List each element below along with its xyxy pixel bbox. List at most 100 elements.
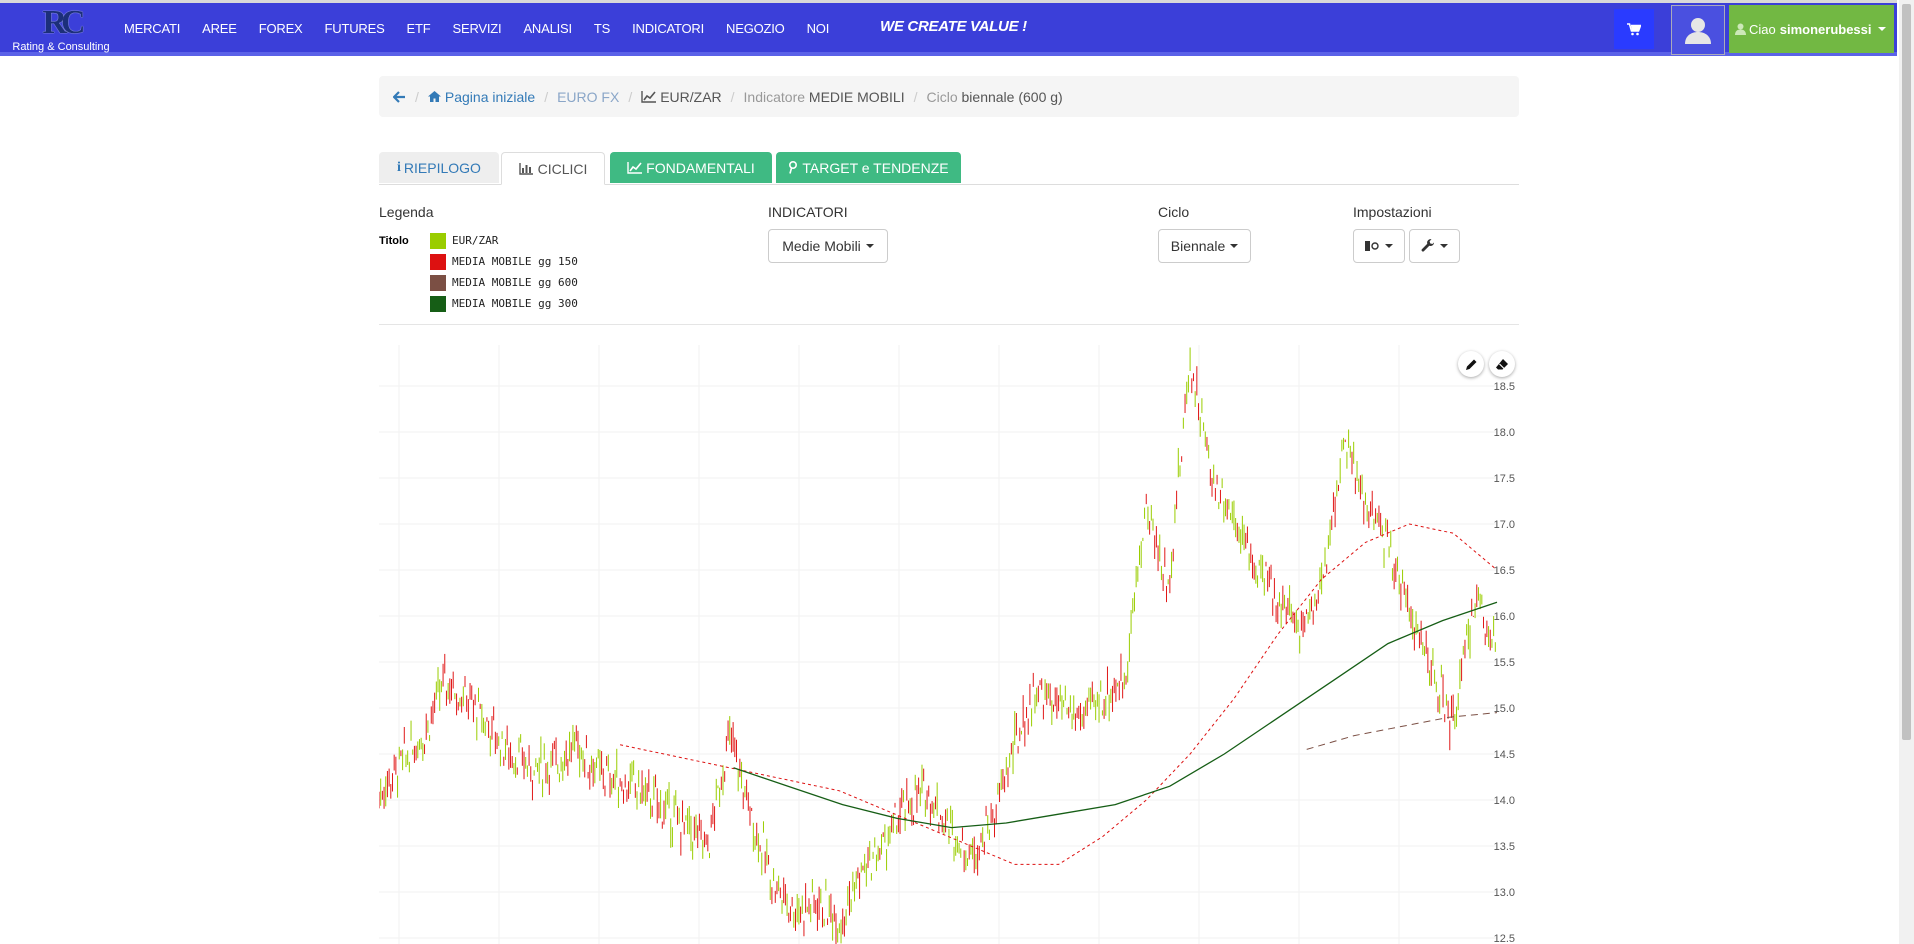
legend-swatch (430, 274, 446, 291)
nav-item-noi[interactable]: NOI (807, 21, 830, 36)
breadcrumb-market[interactable]: EURO FX (557, 89, 619, 105)
breadcrumb-indicator-prefix: Indicatore (743, 88, 806, 105)
pencil-icon (1465, 359, 1476, 370)
chart-canvas[interactable]: 18.5 18.0 17.5 17.0 16.5 16.0 15.5 15.0 14.5 14.0… (379, 345, 1519, 944)
breadcrumb-instrument[interactable]: EUR/ZAR (660, 89, 721, 105)
cart-button[interactable] (1614, 9, 1654, 49)
line-chart-icon (641, 90, 657, 103)
settings-header: Impostazioni (1353, 204, 1432, 220)
tab-label: FONDAMENTALI (646, 159, 755, 176)
tab-ciclici[interactable]: CICLICI (501, 152, 605, 185)
price-series (379, 347, 1496, 944)
nav-item-negozio[interactable]: NEGOZIO (726, 21, 785, 36)
indicators-dropdown[interactable]: Medie Mobili (768, 229, 888, 263)
tab-fondamentali[interactable]: FONDAMENTALI (610, 152, 772, 183)
tab-target-tendenze[interactable]: TARGET e TENDENZE (776, 152, 961, 183)
y-tick-label: 16.0 (1494, 611, 1515, 623)
legend-label: MEDIA MOBILE gg 600 (452, 276, 578, 289)
chevron-down-icon (1385, 244, 1393, 248)
legend-title-label: Titolo (379, 235, 409, 247)
nav-item-forex[interactable]: FOREX (259, 21, 303, 36)
main-nav: MERCATI AREE FOREX FUTURES ETF SERVIZI A… (124, 3, 851, 53)
chevron-down-icon (1877, 27, 1886, 31)
top-navbar: RC Rating & Consulting MERCATI AREE FORE… (0, 0, 1897, 56)
moving-average-series (619, 523, 1498, 865)
breadcrumb-indicator: MEDIE MOBILI (808, 88, 905, 105)
legend-item: MEDIA MOBILE gg 300 (430, 295, 578, 312)
vertical-scrollbar[interactable] (1899, 0, 1914, 944)
pushpin-icon (789, 161, 798, 174)
user-menu-dropdown[interactable]: Ciao simonerubessi (1729, 5, 1894, 53)
legend-swatch (430, 253, 446, 270)
chevron-down-icon (1230, 244, 1239, 248)
username: simonerubessi (1779, 21, 1872, 37)
tools-dropdown[interactable] (1409, 229, 1460, 263)
y-tick-label: 18.5 (1494, 381, 1515, 393)
slogan: WE CREATE VALUE ! (880, 18, 1027, 35)
y-tick-label: 13.5 (1494, 841, 1515, 853)
nav-item-analisi[interactable]: ANALISI (523, 21, 572, 36)
nav-item-servizi[interactable]: SERVIZI (453, 21, 502, 36)
indicators-header: INDICATORI (768, 204, 848, 220)
chevron-down-icon (1440, 244, 1448, 248)
eraser-icon (1496, 358, 1508, 369)
y-tick-label: 14.5 (1494, 749, 1515, 761)
y-tick-label: 15.0 (1494, 703, 1515, 715)
cart-icon (1627, 22, 1641, 35)
y-tick-label: 17.5 (1494, 473, 1515, 485)
breadcrumb: / Pagina iniziale / EURO FX / EUR/ZAR / … (379, 76, 1519, 117)
info-icon: i (397, 159, 401, 175)
chevron-down-icon (865, 244, 874, 248)
user-avatar-button[interactable] (1671, 5, 1725, 55)
cycle-dropdown[interactable]: Biennale (1158, 229, 1251, 263)
cycle-value: Biennale (1170, 238, 1226, 254)
breadcrumb-home[interactable]: Pagina iniziale (445, 89, 535, 105)
legend-item: MEDIA MOBILE gg 600 (430, 274, 578, 291)
greeting-text: Ciao (1749, 21, 1776, 37)
legend-label: EUR/ZAR (452, 234, 499, 247)
y-tick-label: 16.5 (1494, 565, 1515, 577)
nav-item-futures[interactable]: FUTURES (325, 21, 385, 36)
nav-item-mercati[interactable]: MERCATI (124, 21, 180, 36)
legend-label: MEDIA MOBILE gg 300 (452, 297, 578, 310)
home-icon (427, 91, 441, 102)
y-tick-label: 14.0 (1494, 795, 1515, 807)
draw-button[interactable] (1458, 351, 1484, 377)
chart-type-dropdown[interactable] (1353, 229, 1405, 263)
y-tick-label: 13.0 (1494, 887, 1515, 899)
legend-swatch (430, 295, 446, 312)
user-icon (1685, 18, 1711, 44)
y-tick-label: 18.0 (1494, 427, 1515, 439)
breadcrumb-cycle: biennale (600 g) (961, 88, 1063, 105)
tab-label: RIEPILOGO (403, 159, 481, 176)
y-tick-label: 17.0 (1494, 519, 1515, 531)
user-small-icon (1735, 23, 1746, 35)
brand-caption: Rating & Consulting (12, 41, 110, 53)
bar-chart-icon (518, 162, 533, 175)
nav-item-indicatori[interactable]: INDICATORI (632, 21, 704, 36)
section-tabs: i RIEPILOGO CICLICI FONDAMENTALI TARGET … (379, 152, 1519, 185)
legend-label: MEDIA MOBILE gg 150 (452, 255, 578, 268)
candlestick-toggle-icon (1365, 241, 1379, 251)
nav-item-aree[interactable]: AREE (202, 21, 237, 36)
y-tick-label: 15.5 (1494, 657, 1515, 669)
indicators-value: Medie Mobili (782, 238, 861, 254)
nav-item-etf[interactable]: ETF (407, 21, 431, 36)
wrench-icon (1421, 239, 1434, 252)
back-arrow-icon[interactable] (393, 90, 406, 103)
breadcrumb-cycle-prefix: Ciclo (926, 88, 958, 105)
scrollbar-thumb[interactable] (1902, 4, 1911, 740)
brand-logo[interactable]: RC Rating & Consulting (6, 6, 116, 54)
cycle-header: Ciclo (1158, 204, 1190, 220)
erase-button[interactable] (1489, 351, 1515, 377)
divider (379, 324, 1519, 325)
nav-item-ts[interactable]: TS (594, 21, 610, 36)
moving-average-line (733, 601, 1498, 829)
y-axis: 18.5 18.0 17.5 17.0 16.5 16.0 15.5 15.0 14.5 14.0… (1494, 381, 1515, 944)
legend-swatch (430, 232, 446, 249)
brand-logo-mark: RC (42, 4, 85, 41)
tab-riepilogo[interactable]: i RIEPILOGO (379, 152, 499, 183)
price-chart[interactable]: 18.5 18.0 17.5 17.0 16.5 16.0 15.5 15.0 14.5 14.0… (379, 345, 1519, 944)
moving-average-line (1306, 712, 1498, 750)
legend-header: Legenda (379, 204, 434, 220)
